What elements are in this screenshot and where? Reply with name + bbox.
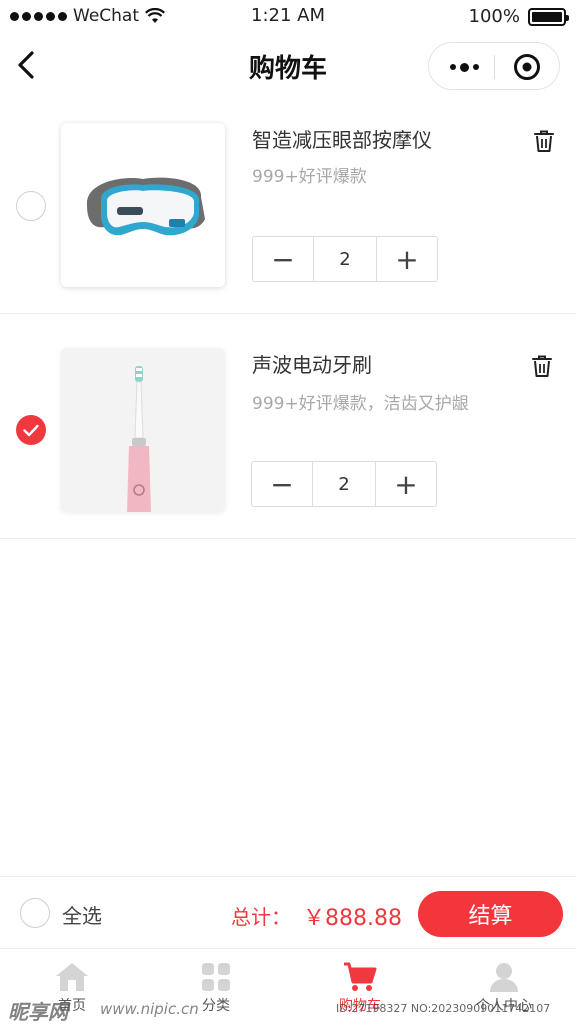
item-select-checkbox[interactable] xyxy=(16,191,46,221)
cart-item: 声波电动牙刷 999+好评爆款，洁齿又护龈 − 2 + xyxy=(0,313,576,539)
status-right: 100% xyxy=(468,6,569,27)
trash-icon[interactable] xyxy=(531,354,553,378)
nav-bar: 购物车 xyxy=(0,36,576,96)
item-subtitle: 999+好评爆款 xyxy=(252,167,367,187)
quantity-stepper: − 2 + xyxy=(252,236,438,282)
dot-icon xyxy=(459,62,469,72)
watermark-logo: 昵享网 xyxy=(8,1000,68,1024)
quantity-stepper: − 2 + xyxy=(251,461,437,507)
quantity-value[interactable]: 2 xyxy=(312,462,376,506)
toothbrush-illustration xyxy=(127,366,151,512)
checkout-button[interactable]: 结算 xyxy=(418,891,563,937)
cart-icon xyxy=(344,962,377,991)
category-icon xyxy=(202,963,230,991)
checkmark-icon xyxy=(23,424,39,437)
select-all-checkbox[interactable] xyxy=(20,898,50,928)
cart-item: 智造减压眼部按摩仪 999+好评爆款 − 2 + xyxy=(0,88,576,314)
watermark-url: www.nipic.cn xyxy=(100,1000,199,1018)
item-select-checkbox[interactable] xyxy=(16,415,46,445)
eye-massager-illustration xyxy=(86,177,205,236)
item-title[interactable]: 智造减压眼部按摩仪 xyxy=(252,124,432,153)
item-subtitle: 999+好评爆款，洁齿又护龈 xyxy=(252,394,469,414)
status-bar: WeChat 1:21 AM 100% xyxy=(0,0,576,32)
watermark-id: ID:27198327 NO:20230909011742107 xyxy=(336,1002,551,1015)
quantity-value[interactable]: 2 xyxy=(313,237,377,281)
miniprogram-capsule xyxy=(428,42,560,90)
item-title[interactable]: 声波电动牙刷 xyxy=(252,349,372,378)
battery-fill xyxy=(532,11,562,22)
home-icon xyxy=(56,963,88,991)
increment-button[interactable]: + xyxy=(377,237,437,281)
dot-icon xyxy=(472,64,479,70)
decrement-button[interactable]: − xyxy=(253,237,313,281)
user-icon xyxy=(490,963,518,992)
trash-icon[interactable] xyxy=(533,129,555,153)
watermark: 昵享网 www.nipic.cn ID:27198327 NO:20230909… xyxy=(0,994,576,1024)
more-menu-button[interactable] xyxy=(441,51,487,83)
battery-icon xyxy=(528,7,569,26)
close-miniprogram-icon[interactable] xyxy=(513,53,541,81)
electric-toothbrush-image[interactable] xyxy=(61,348,225,512)
capsule-divider xyxy=(494,55,495,79)
dot-icon xyxy=(449,64,456,70)
checkout-bar: 全选 总计： ￥888.88 结算 xyxy=(0,876,576,948)
decrement-button[interactable]: − xyxy=(252,462,312,506)
total-label: 总计： xyxy=(231,905,291,929)
select-all-label[interactable]: 全选 xyxy=(62,900,102,929)
eye-massager-image[interactable] xyxy=(61,123,225,287)
total-price: ￥888.88 xyxy=(303,906,402,931)
battery-percent: 100% xyxy=(468,6,520,27)
increment-button[interactable]: + xyxy=(376,462,436,506)
